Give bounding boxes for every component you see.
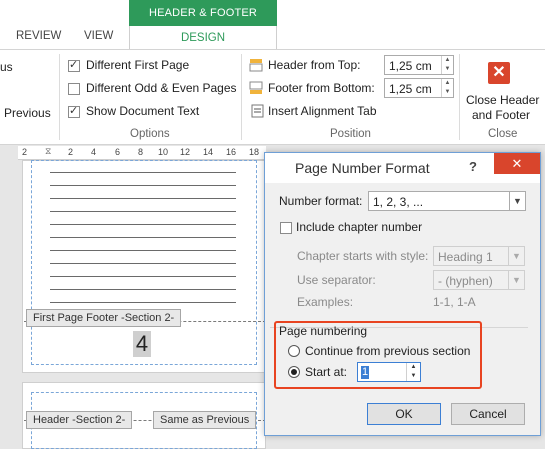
close-group-label: Close — [488, 128, 518, 140]
close-header-footer-label-2[interactable]: and Footer — [472, 108, 530, 122]
header-from-top-spinner[interactable]: 1,25 cm ▲ ▼ — [384, 55, 454, 75]
insert-alignment-tab-button[interactable]: Insert Alignment Tab — [268, 104, 377, 118]
footer-from-bottom-value[interactable]: 1,25 cm — [389, 82, 432, 96]
group-divider — [459, 54, 460, 140]
header-footer-tools-context-label: HEADER & FOOTER TOOLS — [129, 0, 277, 45]
use-separator-label: Use separator: — [297, 273, 376, 287]
ruler-tick-label: 12 — [180, 147, 191, 157]
different-odd-even-checkbox[interactable] — [68, 83, 80, 95]
show-document-text-label[interactable]: Show Document Text — [86, 104, 199, 118]
ribbon: us Previous Different First Page Differe… — [0, 49, 545, 145]
number-format-select[interactable]: 1, 2, 3, ... ▼ — [368, 191, 526, 211]
chapter-starts-value[interactable]: Heading 1 — [438, 250, 493, 264]
chevron-down-icon[interactable]: ▼ — [508, 247, 524, 265]
options-group-label: Options — [130, 128, 170, 140]
text-line — [50, 289, 236, 290]
close-header-footer-icon[interactable]: ✕ — [488, 62, 510, 84]
text-line — [50, 302, 236, 303]
chevron-down-icon[interactable]: ▼ — [509, 192, 525, 210]
tab-design[interactable]: DESIGN — [129, 26, 277, 50]
chapter-starts-label: Chapter starts with style: — [297, 249, 429, 263]
previous-button[interactable]: Previous — [4, 106, 51, 120]
group-divider — [241, 54, 242, 140]
header-position-icon — [249, 59, 263, 72]
navigation-partial-label[interactable]: us — [0, 60, 13, 74]
ruler-tick-label: 2 — [68, 147, 74, 157]
spinner-arrows-icon[interactable]: ▲ ▼ — [441, 79, 453, 97]
close-icon[interactable]: ✕ — [494, 153, 540, 174]
include-chapter-number-label[interactable]: Include chapter number — [296, 220, 422, 234]
header-section-tag[interactable]: Header -Section 2- — [26, 411, 133, 429]
ruler-tick-label: 16 — [226, 147, 237, 157]
tab-view[interactable]: VIEW — [84, 30, 113, 42]
insert-alignment-tab-icon — [251, 104, 264, 118]
position-group-label: Position — [330, 128, 371, 140]
chapter-starts-select[interactable]: Heading 1 ▼ — [433, 246, 525, 266]
page-numbering-highlight — [274, 321, 482, 389]
text-line — [50, 211, 236, 212]
ruler-tick-label: 6 — [115, 147, 121, 157]
use-separator-select[interactable]: - (hyphen) ▼ — [433, 270, 525, 290]
dialog-title: Page Number Format — [295, 160, 430, 176]
ruler-tick-label: 14 — [203, 147, 214, 157]
different-first-page-checkbox[interactable] — [68, 58, 80, 72]
footer-from-bottom-label: Footer from Bottom: — [268, 81, 375, 95]
ruler-tick-label: 2 — [22, 147, 28, 157]
close-header-footer-label-1[interactable]: Close Header — [466, 93, 539, 107]
number-format-value[interactable]: 1, 2, 3, ... — [373, 195, 423, 209]
text-line — [50, 172, 236, 173]
show-document-text-checkbox[interactable] — [68, 104, 80, 118]
examples-label: Examples: — [297, 295, 354, 309]
chevron-down-icon[interactable]: ▼ — [508, 271, 524, 289]
different-odd-even-label[interactable]: Different Odd & Even Pages — [86, 81, 237, 95]
same-as-previous-tag[interactable]: Same as Previous — [153, 411, 257, 429]
help-icon[interactable]: ? — [469, 159, 477, 174]
horizontal-ruler[interactable]: 2 2 4 6 8 10 12 14 16 18 ⧖ — [18, 146, 266, 160]
ruler-tick-label: 10 — [158, 147, 169, 157]
ok-button[interactable]: OK — [367, 403, 441, 425]
text-line — [50, 263, 236, 264]
header-from-top-label: Header from Top: — [268, 58, 361, 72]
different-first-page-label[interactable]: Different First Page — [86, 58, 189, 72]
ruler-tick-label: 4 — [91, 147, 97, 157]
text-line — [50, 198, 236, 199]
text-line — [50, 250, 236, 251]
indent-marker-icon[interactable]: ⧖ — [45, 146, 51, 157]
text-line — [50, 224, 236, 225]
examples-value: 1-1, 1-A — [433, 295, 476, 309]
footer-position-icon — [249, 81, 263, 94]
first-page-footer-tag[interactable]: First Page Footer -Section 2- — [26, 309, 182, 327]
ribbon-tab-row: HEADER & FOOTER TOOLS REVIEW VIEW DESIGN — [0, 0, 545, 50]
tab-review[interactable]: REVIEW — [16, 30, 61, 42]
ruler-tick-label: 8 — [138, 147, 144, 157]
text-line — [50, 237, 236, 238]
text-line — [50, 185, 236, 186]
ruler-tick-label: 18 — [249, 147, 260, 157]
text-line — [50, 276, 236, 277]
cancel-button[interactable]: Cancel — [451, 403, 525, 425]
dialog-title-bar[interactable]: Page Number Format ? ✕ — [265, 153, 540, 183]
footer-from-bottom-spinner[interactable]: 1,25 cm ▲ ▼ — [384, 78, 454, 98]
page-number-field[interactable]: 4 — [133, 331, 151, 357]
spinner-arrows-icon[interactable]: ▲ ▼ — [441, 56, 453, 74]
number-format-label: Number format: — [279, 194, 363, 208]
header-from-top-value[interactable]: 1,25 cm — [389, 59, 432, 73]
group-divider — [59, 54, 60, 140]
use-separator-value[interactable]: - (hyphen) — [438, 274, 493, 288]
include-chapter-number-checkbox[interactable] — [280, 222, 292, 234]
